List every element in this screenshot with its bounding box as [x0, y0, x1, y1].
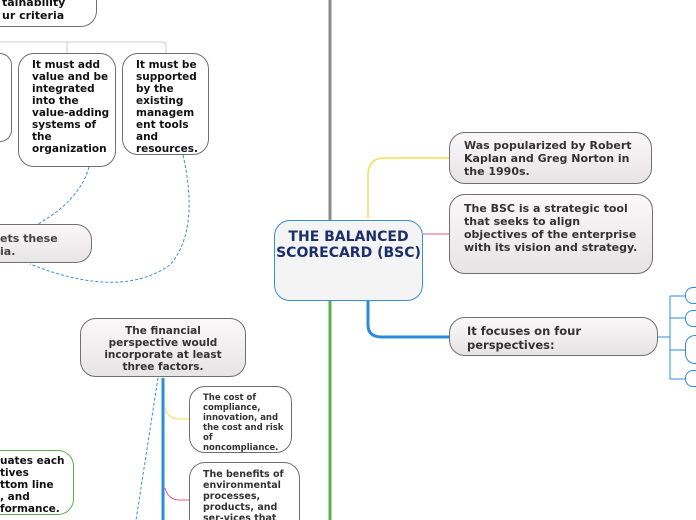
criterion-partial-node[interactable] — [0, 53, 12, 142]
criterion-value-node[interactable]: It must add value and be integrated into… — [18, 53, 116, 167]
factor-benefits-node[interactable]: The benefits of environmental processes,… — [189, 462, 300, 520]
popularized-node[interactable]: Was popularized by Robert Kaplan and Gre… — [449, 132, 652, 184]
criteria-node[interactable]: tainability ur criteria — [0, 0, 97, 27]
definition-node[interactable]: The BSC is a strategic tool that seeks t… — [449, 194, 653, 274]
criterion-tools-node[interactable]: It must be supported by the existing man… — [122, 53, 209, 155]
perspective-2-node[interactable] — [685, 310, 696, 327]
perspective-1-node[interactable] — [685, 287, 696, 304]
center-topic[interactable]: THE BALANCED SCORECARD (BSC) — [274, 220, 423, 301]
evaluates-node[interactable]: uates each tives ttom line , and formanc… — [0, 450, 74, 515]
meets-criteria-node[interactable]: ets these ia. — [0, 224, 92, 263]
perspectives-node[interactable]: It focuses on four perspectives: — [449, 317, 658, 356]
perspective-4-node[interactable] — [685, 370, 696, 387]
perspective-3-node[interactable] — [685, 335, 696, 364]
financial-node[interactable]: The financial perspective would incorpor… — [80, 318, 246, 377]
factor-cost-node[interactable]: The cost of compliance, innovation, and … — [189, 386, 292, 453]
center-title: THE BALANCED SCORECARD (BSC) — [276, 229, 421, 261]
